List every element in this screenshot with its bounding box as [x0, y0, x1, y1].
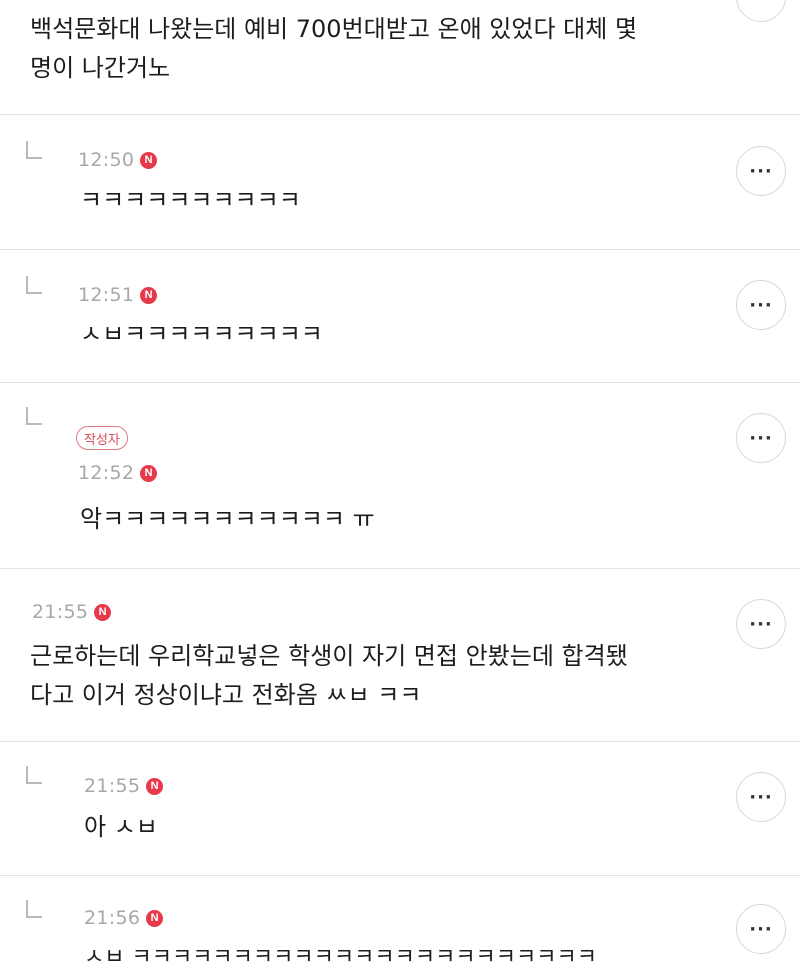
new-badge-icon: N — [140, 464, 158, 482]
reply-arrow-icon — [26, 900, 42, 918]
comment-time: 21:55 N — [32, 601, 112, 623]
reply-arrow-icon — [26, 407, 42, 425]
time-text: 21:56 — [84, 907, 141, 929]
time-text: 12:50 — [78, 149, 135, 171]
reply-arrow-icon — [26, 141, 42, 159]
more-icon: ··· — [749, 427, 773, 449]
reply-item: 12:51 N ㅅㅂㅋㅋㅋㅋㅋㅋㅋㅋㅋ ··· — [0, 250, 800, 383]
more-icon: ··· — [749, 918, 773, 940]
more-options-button[interactable]: ··· — [736, 0, 786, 22]
reply-arrow-icon — [26, 276, 42, 294]
comment-text: ㅋㅋㅋㅋㅋㅋㅋㅋㅋㅋ — [80, 186, 301, 214]
new-badge-icon: N — [94, 603, 112, 621]
more-icon: ··· — [749, 294, 773, 316]
comment-time: 12:52 N — [78, 462, 158, 484]
new-badge-icon: N — [146, 777, 164, 795]
time-text: 12:51 — [78, 284, 135, 306]
comment-item: 백석문화대 나왔는데 예비 700번대받고 온애 있었다 대체 몇 명이 나간거… — [0, 0, 800, 115]
reply-item: 21:56 N ㅅㅂ ㅋㅋㅋㅋㅋㅋㅋㅋㅋㅋㅋㅋㅋㅋㅋㅋㅋㅋㅋㅋㅋㅋㅋ ··· — [0, 876, 800, 975]
time-text: 21:55 — [32, 601, 89, 623]
more-options-button[interactable]: ··· — [736, 772, 786, 822]
comment-thread: 백석문화대 나왔는데 예비 700번대받고 온애 있었다 대체 몇 명이 나간거… — [0, 0, 800, 975]
comment-time: 12:50 N — [78, 149, 158, 171]
comment-time: 21:56 N — [84, 907, 164, 929]
time-text: 12:52 — [78, 462, 135, 484]
new-badge-icon: N — [140, 151, 158, 169]
comment-text: 아 ㅅㅂ — [84, 813, 158, 841]
more-options-button[interactable]: ··· — [736, 599, 786, 649]
reply-item: 작성자 12:52 N 악ㅋㅋㅋㅋㅋㅋㅋㅋㅋㅋㅋ ㅠ ··· — [0, 383, 800, 569]
reply-arrow-icon — [26, 766, 42, 784]
author-badge: 작성자 — [76, 426, 128, 450]
more-icon: ··· — [749, 160, 773, 182]
comment-item: 21:55 N 근로하는데 우리학교넣은 학생이 자기 면접 안봤는데 합격됐 … — [0, 569, 800, 742]
more-icon: ··· — [749, 613, 773, 635]
time-text: 21:55 — [84, 775, 141, 797]
new-badge-icon: N — [146, 909, 164, 927]
comment-text: 백석문화대 나왔는데 예비 700번대받고 온애 있었다 대체 몇 명이 나간거… — [30, 15, 638, 82]
new-badge-icon: N — [140, 286, 158, 304]
comment-time: 12:51 N — [78, 284, 158, 306]
comment-time: 21:55 N — [84, 775, 164, 797]
more-options-button[interactable]: ··· — [736, 280, 786, 330]
comment-text: ㅅㅂ ㅋㅋㅋㅋㅋㅋㅋㅋㅋㅋㅋㅋㅋㅋㅋㅋㅋㅋㅋㅋㅋㅋㅋ — [84, 945, 597, 970]
more-icon: ··· — [749, 0, 773, 8]
more-icon: ··· — [749, 786, 773, 808]
comment-text: 악ㅋㅋㅋㅋㅋㅋㅋㅋㅋㅋㅋ ㅠ — [80, 505, 375, 533]
comment-text: 근로하는데 우리학교넣은 학생이 자기 면접 안봤는데 합격됐 다고 이거 정상… — [30, 642, 628, 709]
more-options-button[interactable]: ··· — [736, 146, 786, 196]
more-options-button[interactable]: ··· — [736, 904, 786, 954]
reply-item: 12:50 N ㅋㅋㅋㅋㅋㅋㅋㅋㅋㅋ ··· — [0, 115, 800, 250]
reply-item: 21:55 N 아 ㅅㅂ ··· — [0, 742, 800, 876]
comment-text: ㅅㅂㅋㅋㅋㅋㅋㅋㅋㅋㅋ — [80, 320, 323, 348]
more-options-button[interactable]: ··· — [736, 413, 786, 463]
